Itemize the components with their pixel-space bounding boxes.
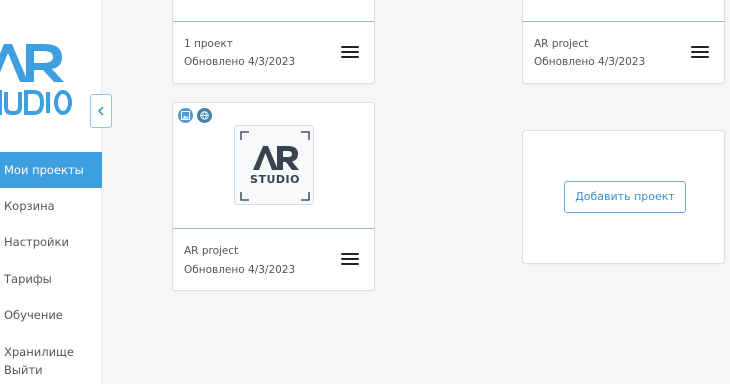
sidebar-item-settings[interactable]: Настройки — [0, 224, 102, 260]
chevron-left-icon — [97, 106, 104, 116]
add-project-button[interactable]: Добавить проект — [564, 181, 686, 213]
menu-icon[interactable] — [691, 46, 709, 60]
ar-studio-logo — [0, 44, 72, 115]
project-title: AR project — [534, 38, 589, 50]
menu-icon[interactable] — [341, 253, 359, 267]
collapse-sidebar-button[interactable] — [90, 94, 112, 128]
globe-icon — [197, 108, 212, 123]
project-title: AR project — [184, 245, 239, 257]
project-updated: Обновлено 4/3/2023 — [184, 56, 296, 68]
project-thumbnail[interactable]: STUDIO — [234, 125, 314, 205]
add-project-card: Добавить проект — [522, 130, 725, 264]
sidebar-item-learning[interactable]: Обучение — [0, 297, 102, 333]
project-card[interactable]: STUDIO AR project Обновлено 4/3/2023 — [172, 102, 375, 291]
project-title: 1 проект — [184, 38, 233, 50]
menu-icon[interactable] — [341, 46, 359, 60]
sidebar-item-logout[interactable]: Выйти — [0, 352, 102, 384]
sidebar-item-my-projects[interactable]: Мои проекты — [0, 152, 102, 188]
project-card[interactable]: AR project Обновлено 4/3/2023 — [522, 0, 725, 84]
sidebar-item-trash[interactable]: Корзина — [0, 188, 102, 224]
sidebar: Мои проекты Корзина Настройки Тарифы Обу… — [0, 0, 102, 384]
project-updated: Обновлено 4/3/2023 — [534, 56, 646, 68]
project-preview[interactable]: STUDIO — [173, 103, 374, 229]
project-updated: Обновлено 4/3/2023 — [184, 264, 296, 276]
image-icon — [178, 108, 193, 123]
sidebar-item-pricing[interactable]: Тарифы — [0, 261, 102, 297]
project-preview[interactable] — [173, 0, 374, 22]
svg-text:STUDIO: STUDIO — [250, 173, 300, 186]
project-card[interactable]: 1 проект Обновлено 4/3/2023 — [172, 0, 375, 84]
project-preview[interactable] — [523, 0, 724, 22]
